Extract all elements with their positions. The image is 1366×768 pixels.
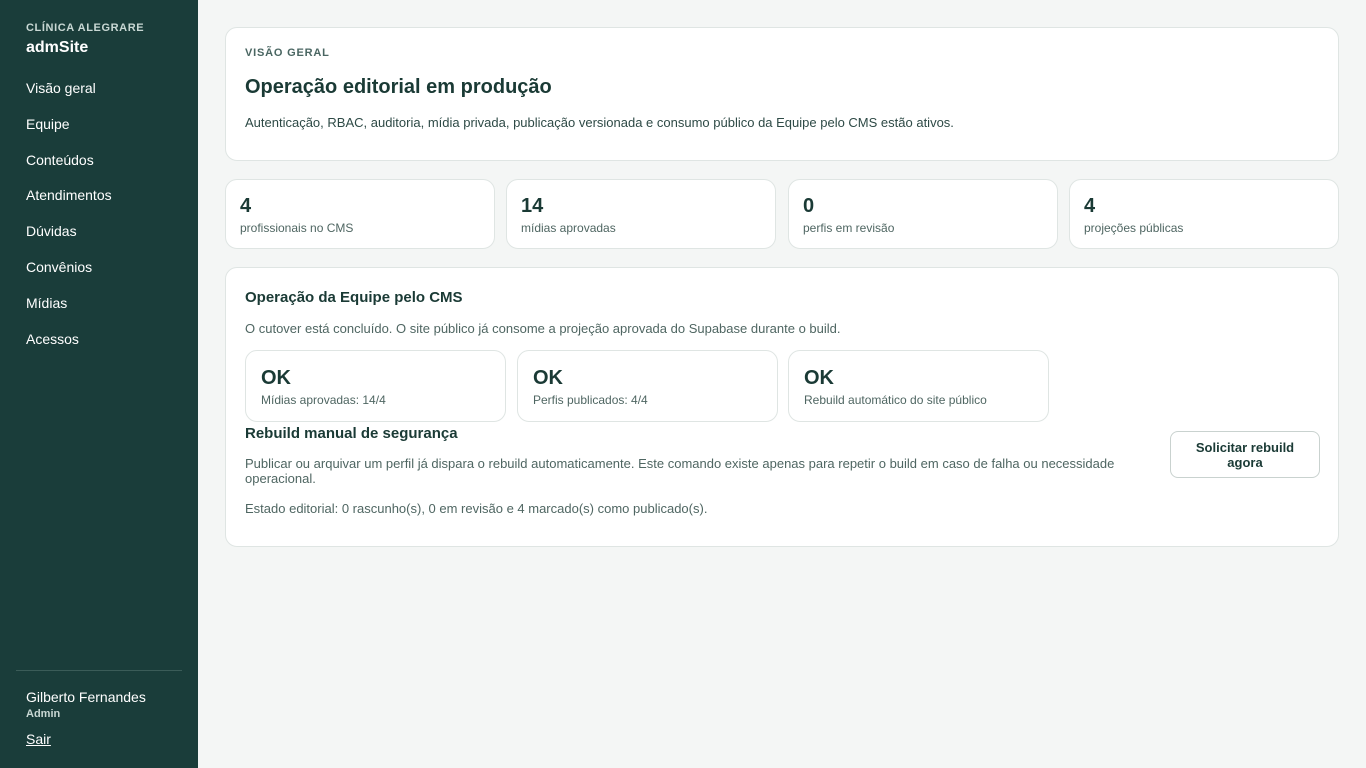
sidebar-item-duvidas[interactable]: Dúvidas xyxy=(26,221,112,257)
stat-label: projeções públicas xyxy=(1084,221,1184,235)
logout-link[interactable]: Sair xyxy=(26,731,51,747)
sidebar-nav: Visão geral Equipe Conteúdos Atendimento… xyxy=(26,78,112,364)
brand-app-name: admSite xyxy=(26,39,89,56)
rebuild-title: Rebuild manual de segurança xyxy=(245,425,458,442)
stat-value: 0 xyxy=(803,195,815,217)
sidebar-item-conteudos[interactable]: Conteúdos xyxy=(26,150,112,186)
editorial-state: Estado editorial: 0 rascunho(s), 0 em re… xyxy=(245,501,708,516)
sidebar-item-atendimentos[interactable]: Atendimentos xyxy=(26,185,112,221)
user-role: Admin xyxy=(26,708,61,720)
sidebar-divider xyxy=(16,670,182,671)
stat-label: perfis em revisão xyxy=(803,221,895,235)
check-label: Rebuild automático do site público xyxy=(804,393,987,407)
page-title: Operação editorial em produção xyxy=(245,76,552,98)
brand-org: CLÍNICA ALEGRARE xyxy=(26,22,145,34)
stat-label: mídias aprovadas xyxy=(521,221,616,235)
stat-value: 14 xyxy=(521,195,544,217)
sidebar-item-visao-geral[interactable]: Visão geral xyxy=(26,78,112,114)
sidebar-item-equipe[interactable]: Equipe xyxy=(26,114,112,150)
stat-label: profissionais no CMS xyxy=(240,221,354,235)
check-card-perfis: OK Perfis publicados: 4/4 xyxy=(517,350,778,422)
check-status: OK xyxy=(533,367,563,389)
sidebar-item-midias[interactable]: Mídias xyxy=(26,293,112,329)
sidebar-item-acessos[interactable]: Acessos xyxy=(26,329,112,365)
check-card-midias: OK Mídias aprovadas: 14/4 xyxy=(245,350,506,422)
stat-card-projecoes: 4 projeções públicas xyxy=(1069,179,1339,249)
user-name: Gilberto Fernandes xyxy=(26,689,146,705)
stat-value: 4 xyxy=(240,195,252,217)
operations-title: Operação da Equipe pelo CMS xyxy=(245,289,463,306)
overview-card: VISÃO GERAL Operação editorial em produç… xyxy=(225,27,1339,161)
check-label: Mídias aprovadas: 14/4 xyxy=(261,393,386,407)
rebuild-description: Publicar ou arquivar um perfil já dispar… xyxy=(245,456,1115,486)
check-card-rebuild: OK Rebuild automático do site público xyxy=(788,350,1049,422)
operations-card: Operação da Equipe pelo CMS O cutover es… xyxy=(225,267,1339,547)
check-label: Perfis publicados: 4/4 xyxy=(533,393,648,407)
stat-card-profissionais: 4 profissionais no CMS xyxy=(225,179,495,249)
overview-eyebrow: VISÃO GERAL xyxy=(245,47,330,59)
check-status: OK xyxy=(261,367,291,389)
request-rebuild-button[interactable]: Solicitar rebuild agora xyxy=(1170,431,1320,478)
stat-card-perfis-revisao: 0 perfis em revisão xyxy=(788,179,1058,249)
sidebar: CLÍNICA ALEGRARE admSite Visão geral Equ… xyxy=(0,0,198,768)
check-status: OK xyxy=(804,367,834,389)
stat-card-midias: 14 mídias aprovadas xyxy=(506,179,776,249)
operations-description: O cutover está concluído. O site público… xyxy=(245,321,841,336)
overview-description: Autenticação, RBAC, auditoria, mídia pri… xyxy=(245,115,954,130)
sidebar-item-convenios[interactable]: Convênios xyxy=(26,257,112,293)
stat-value: 4 xyxy=(1084,195,1096,217)
